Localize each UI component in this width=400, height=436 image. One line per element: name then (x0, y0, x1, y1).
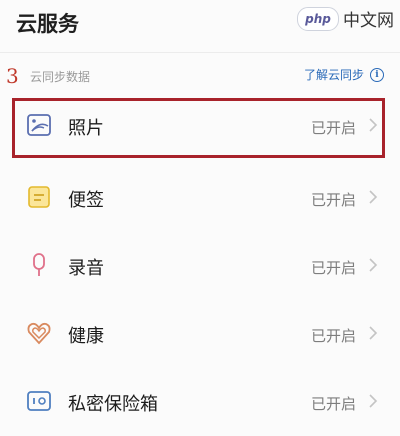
safe-box-icon (27, 391, 51, 411)
list-item-notes[interactable]: 便签 已开启 (0, 164, 400, 232)
chevron-right-icon (369, 326, 378, 340)
item-status: 已开启 (310, 327, 356, 345)
learn-more-label: 了解云同步 (303, 68, 364, 82)
list-item-health[interactable]: 健康 已开启 (0, 300, 400, 368)
app-header: 云服务 php 中文网 (0, 0, 400, 50)
item-label: 健康 (68, 326, 104, 347)
chevron-right-icon (369, 190, 378, 204)
note-icon (28, 186, 50, 208)
item-label: 私密保险箱 (68, 394, 158, 415)
learn-more-link[interactable]: 了解云同步 i (304, 66, 384, 83)
item-status: 已开启 (310, 395, 356, 413)
php-logo: php (297, 6, 339, 31)
info-icon: i (370, 67, 384, 82)
highlight-box (12, 98, 385, 158)
chevron-right-icon (369, 258, 378, 272)
watermark-text: 中文网 (343, 11, 394, 31)
watermark: php 中文网 (297, 6, 394, 31)
chevron-right-icon (369, 394, 378, 408)
item-status: 已开启 (310, 191, 356, 209)
list-item-private-safe[interactable]: 私密保险箱 已开启 (0, 368, 400, 436)
list-item-recordings[interactable]: 录音 已开启 (0, 232, 400, 300)
section-label: 云同步数据 (30, 70, 91, 84)
header-divider (0, 52, 400, 53)
item-label: 录音 (68, 258, 104, 279)
item-label: 便签 (68, 190, 104, 211)
microphone-icon (33, 253, 45, 276)
health-heart-icon (27, 322, 51, 345)
step-number-annotation: 3 (6, 64, 19, 88)
page-title: 云服务 (16, 12, 79, 36)
item-status: 已开启 (310, 259, 356, 277)
